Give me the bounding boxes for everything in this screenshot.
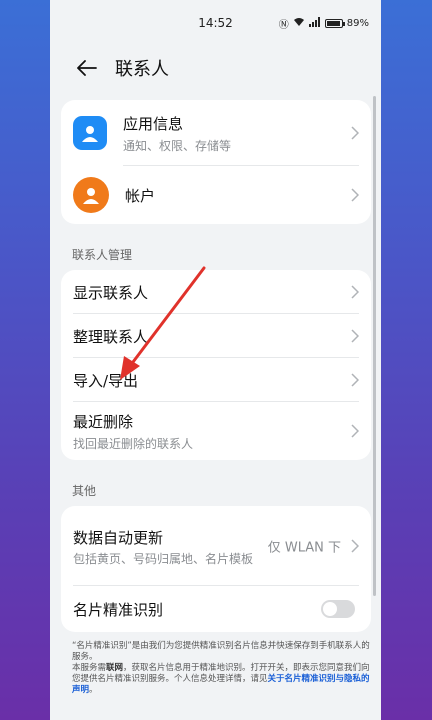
show-contacts-row[interactable]: 显示联系人	[61, 270, 371, 314]
auto-update-value: 仅 WLAN 下	[267, 540, 341, 556]
signal-icon	[308, 16, 321, 30]
top-settings-card: 应用信息 通知、权限、存储等 帐户	[61, 100, 371, 224]
recently-deleted-title: 最近删除	[73, 412, 134, 431]
footnote: “名片精准识别”是由我们为您提供精准识别名片信息并快速保存到手机联系人的服务。 …	[72, 641, 370, 695]
organize-contacts-row[interactable]: 整理联系人	[61, 314, 371, 358]
chevron-right-icon	[351, 188, 359, 202]
app-info-icon	[73, 116, 107, 150]
chevron-right-icon	[351, 126, 359, 140]
chevron-right-icon	[351, 329, 359, 343]
show-contacts-title: 显示联系人	[73, 283, 149, 302]
card-recognition-toggle[interactable]	[321, 600, 355, 618]
organize-contacts-title: 整理联系人	[73, 327, 149, 346]
account-title: 帐户	[125, 186, 156, 205]
nfc-icon: Ⓝ	[278, 19, 289, 31]
import-export-title: 导入/导出	[73, 371, 139, 390]
manage-card: 显示联系人 整理联系人 导入/导出 最近删除 找回最近删除的联系人	[61, 270, 371, 460]
app-info-subtitle: 通知、权限、存储等	[123, 138, 232, 153]
auto-update-title: 数据自动更新	[73, 529, 164, 547]
battery-percent: 89%	[346, 17, 369, 29]
chevron-right-icon	[351, 373, 359, 387]
app-info-title: 应用信息	[123, 114, 184, 133]
card-recognition-row: 名片精准识别	[61, 586, 371, 632]
account-icon	[73, 177, 109, 213]
back-arrow-icon[interactable]	[67, 48, 107, 88]
section-label-manage: 联系人管理	[72, 248, 133, 262]
page-title: 联系人	[115, 59, 169, 80]
import-export-row[interactable]: 导入/导出	[61, 358, 371, 402]
section-label-other: 其他	[72, 484, 97, 498]
card-recognition-title: 名片精准识别	[73, 600, 164, 619]
chevron-right-icon	[351, 539, 359, 553]
recently-deleted-row[interactable]: 最近删除 找回最近删除的联系人	[61, 402, 371, 460]
other-card: 数据自动更新 包括黄页、号码归属地、名片模板 仅 WLAN 下 名片精准识别	[61, 506, 371, 632]
auto-update-subtitle: 包括黄页、号码归属地、名片模板	[73, 552, 254, 566]
phone-screen: 14:52 Ⓝ 89% 联系人 应用信息 通知、权限、存储等 帐户 联系人管理 …	[50, 0, 381, 720]
header: 联系人	[50, 48, 381, 88]
account-row[interactable]: 帐户	[61, 166, 371, 224]
app-info-row[interactable]: 应用信息 通知、权限、存储等	[61, 100, 371, 166]
scrollbar[interactable]	[373, 96, 376, 596]
chevron-right-icon	[351, 285, 359, 299]
battery-icon	[324, 18, 345, 28]
auto-update-row[interactable]: 数据自动更新 包括黄页、号码归属地、名片模板 仅 WLAN 下	[61, 506, 371, 586]
status-bar: Ⓝ 89%	[50, 0, 381, 46]
chevron-right-icon	[351, 424, 359, 438]
recently-deleted-subtitle: 找回最近删除的联系人	[73, 436, 194, 451]
wifi-icon	[293, 17, 305, 30]
